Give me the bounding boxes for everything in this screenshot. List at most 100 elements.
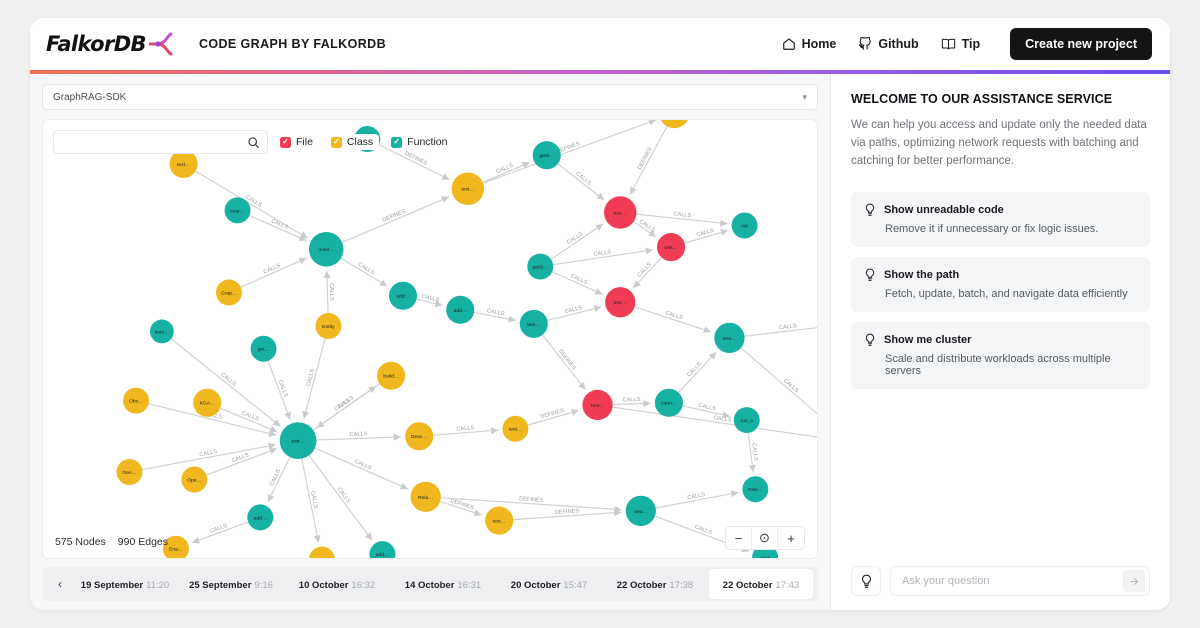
graph-edge[interactable] bbox=[541, 334, 586, 391]
graph-node[interactable]: KGA… bbox=[193, 388, 222, 417]
lightbulb-icon bbox=[865, 269, 875, 282]
suggestions-toggle-button[interactable] bbox=[851, 566, 881, 596]
send-question-button[interactable] bbox=[1123, 570, 1145, 592]
graph-node[interactable]: extr… bbox=[279, 422, 317, 459]
graph-node[interactable]: ontol… bbox=[308, 231, 344, 267]
graph-edge[interactable] bbox=[557, 163, 605, 201]
timeline-item[interactable]: 25 September 9:16 bbox=[179, 569, 283, 599]
timeline-item[interactable]: 14 October 16:31 bbox=[391, 569, 495, 599]
app-window: FalkorDB CODE GRAPH BY FALKORDB Home Git… bbox=[30, 18, 1170, 610]
filter-class[interactable]: ✓ Class bbox=[327, 134, 380, 150]
suggestion-card[interactable]: Show me cluster Scale and distribute work… bbox=[851, 322, 1150, 390]
graph-node[interactable]: add… bbox=[388, 281, 418, 310]
graph-node[interactable]: Obs… bbox=[122, 387, 149, 414]
graph-node[interactable]: test… bbox=[659, 120, 689, 129]
graph-node[interactable]: test… bbox=[485, 506, 514, 535]
graph-node[interactable]: test… bbox=[519, 309, 548, 338]
graph-node[interactable]: test… bbox=[451, 172, 485, 205]
ask-question-input[interactable] bbox=[902, 575, 1123, 587]
graph-edge[interactable] bbox=[612, 399, 651, 408]
graph-node[interactable]: test… bbox=[502, 415, 529, 442]
timeline-item[interactable]: 22 October 17:43 bbox=[709, 569, 813, 599]
timeline-prev-button[interactable]: ‹ bbox=[47, 571, 73, 597]
timeline-item[interactable]: 10 October 16:32 bbox=[285, 569, 389, 599]
create-new-project-button[interactable]: Create new project bbox=[1010, 28, 1152, 60]
graph-edge[interactable] bbox=[249, 215, 307, 242]
search-icon[interactable] bbox=[247, 136, 260, 149]
brand[interactable]: FalkorDB CODE GRAPH BY FALKORDB bbox=[46, 32, 386, 56]
graph-pane: GraphRAG-SDK ▾ ✓ File ✓ Class ✓ Function… bbox=[30, 74, 830, 610]
graph-node[interactable]: test… bbox=[625, 495, 656, 527]
graph-node-label: sour… bbox=[155, 329, 170, 335]
graph-node[interactable]: getS… bbox=[527, 253, 554, 280]
timeline-item[interactable]: 19 September 11:20 bbox=[73, 569, 177, 599]
graph-node[interactable]: get… bbox=[250, 335, 277, 362]
graph-node[interactable]: build… bbox=[377, 361, 406, 390]
graph-node[interactable]: Entity bbox=[315, 313, 342, 339]
graph-edge[interactable] bbox=[629, 126, 668, 195]
graph-search-box[interactable] bbox=[53, 130, 268, 154]
filter-class-checkbox[interactable]: ✓ bbox=[330, 136, 342, 148]
filter-function[interactable]: ✓ Function bbox=[388, 134, 454, 150]
suggestion-card[interactable]: Show the path Fetch, update, batch, and n… bbox=[851, 257, 1150, 313]
filter-file-checkbox[interactable]: ✓ bbox=[280, 136, 291, 148]
graph-edge[interactable] bbox=[340, 257, 388, 287]
graph-node[interactable]: test… bbox=[169, 149, 198, 178]
code-graph-visualization[interactable]: CALLSCALLSDEFINESDEFINESCALLSDEFINESCALL… bbox=[43, 120, 817, 558]
graph-node[interactable]: sour… bbox=[150, 319, 174, 344]
search-input[interactable] bbox=[61, 136, 247, 148]
zoom-reset-button[interactable]: ⊙ bbox=[752, 527, 778, 549]
graph-node[interactable]: Gen… bbox=[116, 458, 143, 485]
graph-node[interactable]: Desc… bbox=[405, 422, 434, 451]
nav-home[interactable]: Home bbox=[782, 37, 836, 51]
graph-node[interactable]: Grap… bbox=[215, 279, 242, 306]
zoom-out-button[interactable]: − bbox=[726, 527, 752, 549]
timeline-item[interactable]: 20 October 15:47 bbox=[497, 569, 601, 599]
suggestion-desc: Scale and distribute workloads across mu… bbox=[885, 353, 1111, 378]
graph-node[interactable]: test… bbox=[605, 287, 636, 318]
graph-node[interactable]: test… bbox=[604, 196, 637, 229]
graph-node[interactable]: run_s bbox=[733, 407, 760, 434]
graph-node[interactable]: conn… bbox=[654, 388, 683, 417]
graph-node[interactable]: add… bbox=[369, 541, 396, 558]
filter-file[interactable]: ✓ File bbox=[277, 134, 319, 150]
graph-node-label: Ena… bbox=[169, 547, 183, 553]
graph-edge[interactable] bbox=[341, 196, 450, 244]
graph-node[interactable]: test… bbox=[582, 389, 613, 421]
timeline-item-time: 17:43 bbox=[775, 580, 800, 591]
graph-node-circle[interactable] bbox=[309, 546, 335, 558]
graph-node[interactable]: add… bbox=[446, 295, 475, 324]
suggestion-card[interactable]: Show unreadable code Remove it if unneces… bbox=[851, 192, 1150, 248]
graph-edge[interactable] bbox=[142, 442, 276, 471]
graph-node-label: KGA… bbox=[200, 401, 215, 407]
graph-edge[interactable] bbox=[312, 385, 377, 431]
graph-node[interactable]: getti… bbox=[532, 141, 561, 170]
ask-question-box[interactable] bbox=[890, 566, 1150, 596]
graph-canvas-card[interactable]: ✓ File ✓ Class ✓ Function CALLS CALLS DE… bbox=[42, 119, 818, 559]
graph-node[interactable]: Ope… bbox=[181, 466, 208, 493]
graph-edge[interactable] bbox=[240, 257, 307, 288]
timeline-item[interactable]: 22 October 17:38 bbox=[603, 569, 707, 599]
nav-github[interactable]: Github bbox=[858, 37, 919, 51]
graph-node-circle[interactable] bbox=[659, 120, 689, 129]
graph-node[interactable]: test… bbox=[657, 233, 686, 262]
graph-edge-label: CALLS bbox=[623, 397, 641, 404]
graph-node[interactable]: add… bbox=[247, 504, 274, 531]
graph-node[interactable]: Rela… bbox=[410, 481, 441, 512]
graph-node[interactable]: test… bbox=[714, 322, 745, 354]
graph-node[interactable]: Fals… bbox=[742, 476, 769, 503]
nav-tip[interactable]: Tip bbox=[941, 37, 980, 51]
graph-node-label: init bbox=[741, 223, 748, 229]
repo-selector[interactable]: GraphRAG-SDK ▾ bbox=[42, 84, 818, 110]
graph-node[interactable]: Attri… bbox=[309, 546, 335, 558]
graph-edge[interactable] bbox=[634, 306, 712, 334]
graph-node[interactable]: init bbox=[731, 212, 758, 239]
zoom-in-button[interactable]: + bbox=[778, 527, 804, 549]
graph-edge[interactable] bbox=[195, 170, 308, 239]
suggestion-title: Show me cluster bbox=[884, 334, 972, 347]
graph-edge[interactable] bbox=[678, 351, 717, 393]
filter-function-checkbox[interactable]: ✓ bbox=[391, 136, 403, 148]
graph-node-label: add… bbox=[396, 294, 409, 300]
graph-node-label: test… bbox=[591, 403, 604, 409]
graph-node[interactable]: sour… bbox=[224, 197, 251, 224]
